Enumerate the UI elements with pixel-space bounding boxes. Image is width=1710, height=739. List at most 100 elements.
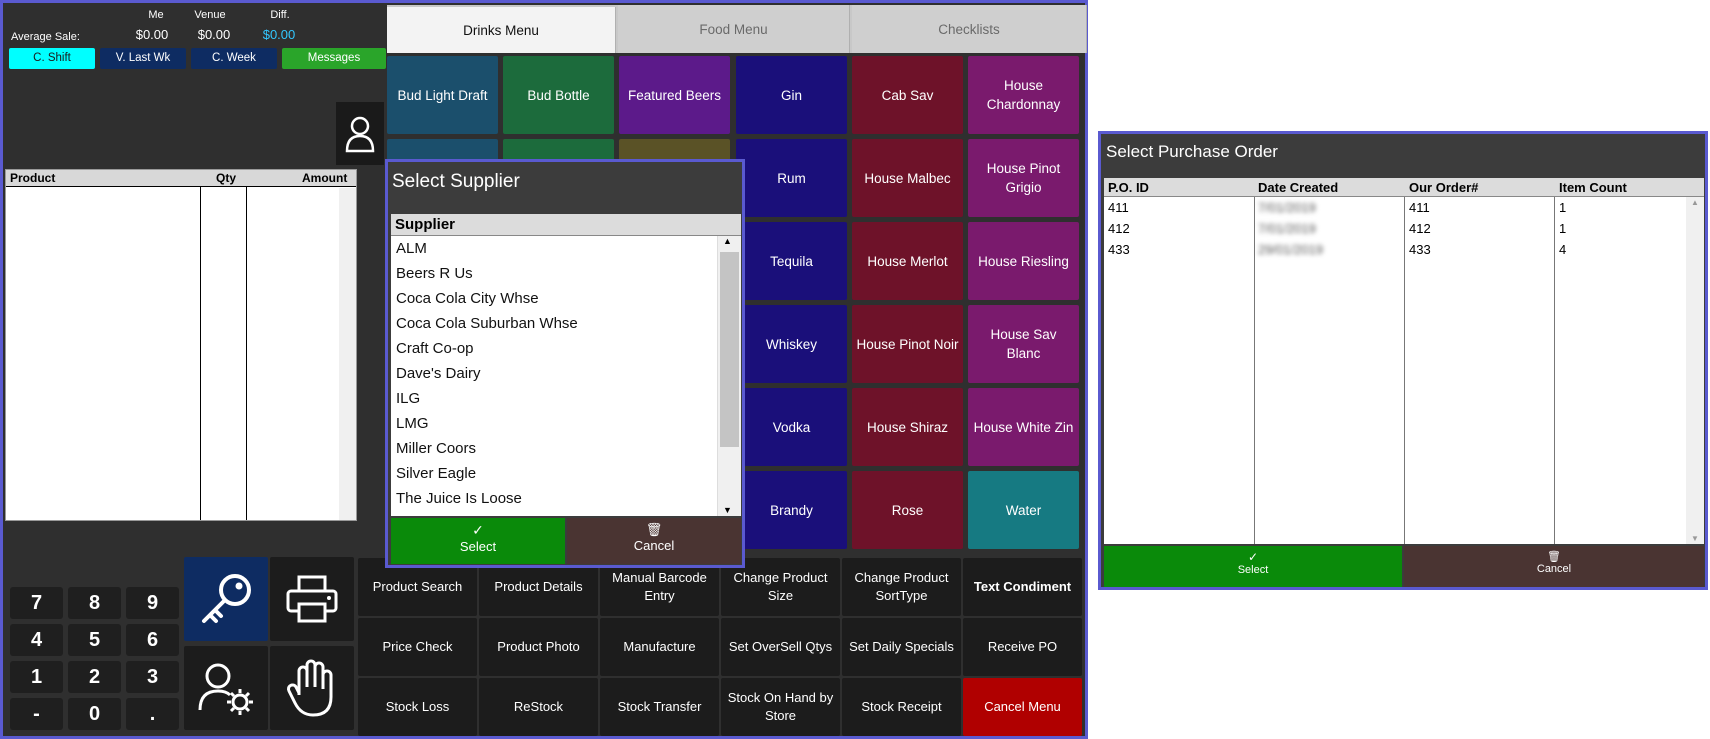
tile-house-sav-blanc[interactable]: House Sav Blanc (968, 305, 1079, 383)
numpad-key-dot[interactable]: . (126, 698, 179, 730)
supplier-item[interactable]: Coca Cola City Whse (391, 286, 741, 311)
product-photo-button[interactable]: Product Photo (479, 618, 598, 676)
table-row[interactable]: 433 29/01/2019 433 4 (1104, 239, 1704, 260)
tab-drinks-menu[interactable]: Drinks Menu (387, 7, 616, 53)
tab-checklists[interactable]: Checklists (852, 5, 1087, 53)
tile-house-malbec[interactable]: House Malbec (852, 139, 963, 217)
scroll-thumb[interactable] (720, 252, 739, 447)
tile-house-pinot-grigio[interactable]: House Pinot Grigio (968, 139, 1079, 217)
set-daily-specials-button[interactable]: Set Daily Specials (842, 618, 961, 676)
tile-rum[interactable]: Rum (736, 139, 847, 217)
cell-date-created: 29/01/2019 (1258, 242, 1324, 257)
scroll-up-icon[interactable]: ▲ (723, 236, 732, 246)
cell-our-order: 433 (1409, 242, 1431, 257)
stock-receipt-button[interactable]: Stock Receipt (842, 678, 961, 736)
scroll-down-icon[interactable]: ▼ (723, 505, 732, 515)
tile-gin[interactable]: Gin (736, 56, 847, 134)
numpad-key-minus[interactable]: - (10, 698, 63, 730)
scroll-down-icon[interactable]: ▼ (1691, 534, 1699, 543)
supplier-item[interactable]: Miller Coors (391, 436, 741, 461)
numpad-key-2[interactable]: 2 (68, 661, 121, 693)
stock-transfer-button[interactable]: Stock Transfer (600, 678, 719, 736)
numpad-key-5[interactable]: 5 (68, 624, 121, 656)
tile-bud-bottle[interactable]: Bud Bottle (503, 56, 614, 134)
text-condiment-button[interactable]: Text Condiment (963, 558, 1082, 616)
cell-item-count: 4 (1559, 242, 1567, 257)
print-button[interactable] (270, 557, 354, 641)
checkmark-icon: ✓ (472, 522, 484, 538)
numpad-key-3[interactable]: 3 (126, 661, 179, 693)
change-product-sorttype-button[interactable]: Change Product SortType (842, 558, 961, 616)
current-week-button[interactable]: C. Week (191, 48, 277, 69)
supplier-column-header: Supplier (391, 214, 741, 236)
select-button[interactable]: ✓ Select (1104, 546, 1402, 587)
tile-house-merlot[interactable]: House Merlot (852, 222, 963, 300)
cancel-button[interactable]: 🗑 Cancel (1404, 546, 1704, 587)
order-grid-scrollbar[interactable] (339, 188, 356, 520)
column-our-order: Our Order# (1409, 180, 1479, 195)
supplier-item[interactable]: Coca Cola Suburban Whse (391, 311, 741, 336)
numpad-key-0[interactable]: 0 (68, 698, 121, 730)
supplier-item[interactable]: Craft Co-op (391, 336, 741, 361)
cancel-button[interactable]: 🗑 Cancel (567, 518, 741, 564)
select-supplier-dialog: Select Supplier Supplier ALM Beers R Us … (385, 159, 745, 568)
tile-brandy[interactable]: Brandy (736, 471, 847, 549)
supplier-item[interactable]: ALM (391, 236, 741, 261)
select-label: Select (459, 539, 497, 554)
tile-water[interactable]: Water (968, 471, 1079, 549)
numpad-key-1[interactable]: 1 (10, 661, 63, 693)
po-grid-scrollbar[interactable]: ▲ ▼ (1686, 197, 1704, 544)
numpad-key-4[interactable]: 4 (10, 624, 63, 656)
tile-house-pinot-noir[interactable]: House Pinot Noir (852, 305, 963, 383)
cell-date-created: 7/01/2019 (1258, 200, 1316, 215)
tile-house-shiraz[interactable]: House Shiraz (852, 388, 963, 466)
tile-cab-sav[interactable]: Cab Sav (852, 56, 963, 134)
cell-item-count: 1 (1559, 221, 1567, 236)
receive-po-button[interactable]: Receive PO (963, 618, 1082, 676)
tab-food-menu[interactable]: Food Menu (618, 5, 850, 53)
tile-featured-beers[interactable]: Featured Beers (619, 56, 730, 134)
tile-house-chardonnay[interactable]: House Chardonnay (968, 56, 1079, 134)
supplier-item[interactable]: The Juice Is Loose (391, 486, 741, 511)
user-settings-button[interactable] (184, 646, 268, 730)
purchase-order-grid[interactable]: P.O. ID Date Created Our Order# Item Cou… (1104, 178, 1704, 544)
supplier-list-scrollbar[interactable]: ▲ ▼ (717, 236, 741, 516)
tile-rose[interactable]: Rose (852, 471, 963, 549)
scroll-up-icon[interactable]: ▲ (1691, 198, 1699, 207)
supplier-item[interactable]: LMG (391, 411, 741, 436)
set-oversell-qtys-button[interactable]: Set OverSell Qtys (721, 618, 840, 676)
supplier-item[interactable]: Dave's Dairy (391, 361, 741, 386)
numpad-key-7[interactable]: 7 (10, 587, 63, 619)
key-button[interactable] (184, 557, 268, 641)
numpad-key-8[interactable]: 8 (68, 587, 121, 619)
stock-loss-button[interactable]: Stock Loss (358, 678, 477, 736)
numpad-key-9[interactable]: 9 (126, 587, 179, 619)
tile-house-riesling[interactable]: House Riesling (968, 222, 1079, 300)
current-shift-button[interactable]: C. Shift (9, 48, 95, 69)
cancel-label: Cancel (633, 538, 675, 553)
stat-value-venue: $0.00 (197, 27, 231, 42)
supplier-item[interactable]: ILG (391, 386, 741, 411)
price-check-button[interactable]: Price Check (358, 618, 477, 676)
cancel-menu-button[interactable]: Cancel Menu (963, 678, 1082, 736)
manufacture-button[interactable]: Manufacture (600, 618, 719, 676)
stop-button[interactable] (270, 646, 354, 730)
user-button[interactable] (336, 102, 384, 165)
tile-tequila[interactable]: Tequila (736, 222, 847, 300)
tile-house-white-zin[interactable]: House White Zin (968, 388, 1079, 466)
table-row[interactable]: 412 7/01/2019 412 1 (1104, 218, 1704, 239)
restock-button[interactable]: ReStock (479, 678, 598, 736)
order-grid[interactable]: Product Qty Amount (5, 169, 357, 521)
supplier-list[interactable]: Supplier ALM Beers R Us Coca Cola City W… (391, 214, 741, 516)
tile-vodka[interactable]: Vodka (736, 388, 847, 466)
stock-on-hand-by-store-button[interactable]: Stock On Hand by Store (721, 678, 840, 736)
supplier-item[interactable]: Beers R Us (391, 261, 741, 286)
venue-last-week-button[interactable]: V. Last Wk (100, 48, 186, 69)
numpad-key-6[interactable]: 6 (126, 624, 179, 656)
table-row[interactable]: 411 7/01/2019 411 1 (1104, 197, 1704, 218)
messages-button[interactable]: Messages (282, 48, 386, 69)
supplier-item[interactable]: Silver Eagle (391, 461, 741, 486)
select-button[interactable]: ✓ Select (391, 518, 565, 564)
tile-whiskey[interactable]: Whiskey (736, 305, 847, 383)
tile-bud-light-draft[interactable]: Bud Light Draft (387, 56, 498, 134)
